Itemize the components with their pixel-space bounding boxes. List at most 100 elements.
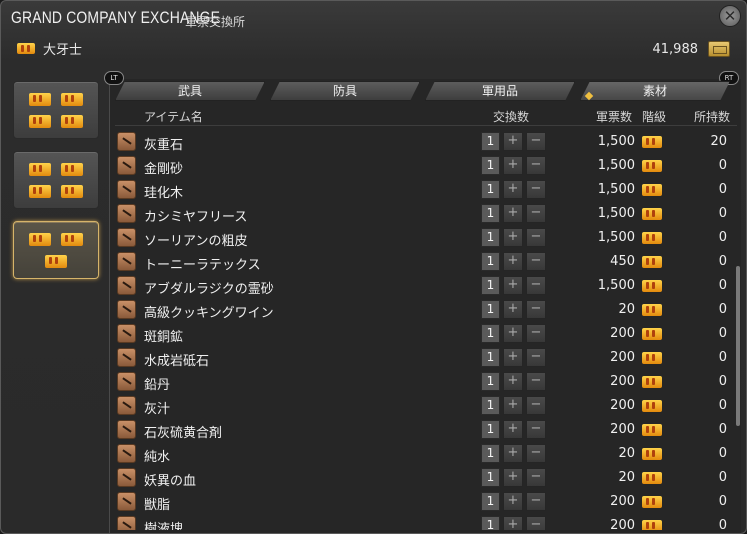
- quantity-field[interactable]: 1: [481, 180, 500, 199]
- owned-count: 20: [710, 134, 727, 149]
- decrease-quantity-button[interactable]: −: [526, 348, 546, 367]
- table-row[interactable]: 石灰硫黄合剤 1 + − 200 0: [115, 418, 737, 442]
- quantity-field[interactable]: 1: [481, 492, 500, 511]
- increase-quantity-button[interactable]: +: [503, 228, 523, 247]
- table-row[interactable]: 樹液塊 1 + − 200 0: [115, 514, 737, 530]
- item-name: 灰汁: [144, 402, 171, 417]
- item-icon: [117, 276, 136, 295]
- table-row[interactable]: 金剛砂 1 + − 1,500 0: [115, 154, 737, 178]
- decrease-quantity-button[interactable]: −: [526, 516, 546, 530]
- tab-armor[interactable]: 防具: [270, 81, 420, 101]
- decrease-quantity-button[interactable]: −: [526, 372, 546, 391]
- rank-filter-button-2[interactable]: [13, 151, 99, 209]
- increase-quantity-button[interactable]: +: [503, 204, 523, 223]
- increase-quantity-button[interactable]: +: [503, 348, 523, 367]
- tab-supplies[interactable]: 軍用品: [425, 81, 575, 101]
- owned-count: 0: [718, 302, 727, 317]
- tab-weapons[interactable]: 武具: [115, 81, 265, 101]
- quantity-field[interactable]: 1: [481, 204, 500, 223]
- table-row[interactable]: 鉛丹 1 + − 200 0: [115, 370, 737, 394]
- increase-quantity-button[interactable]: +: [503, 420, 523, 439]
- rank-insignia-icon: [29, 184, 51, 198]
- item-icon: [117, 492, 136, 511]
- decrease-quantity-button[interactable]: −: [526, 300, 546, 319]
- increase-quantity-button[interactable]: +: [503, 372, 523, 391]
- increase-quantity-button[interactable]: +: [503, 132, 523, 151]
- scrollbar[interactable]: [736, 266, 740, 426]
- decrease-quantity-button[interactable]: −: [526, 324, 546, 343]
- quantity-field[interactable]: 1: [481, 156, 500, 175]
- rank-insignia-icon: [61, 232, 83, 246]
- table-row[interactable]: 斑銅鉱 1 + − 200 0: [115, 322, 737, 346]
- increase-quantity-button[interactable]: +: [503, 444, 523, 463]
- increase-quantity-button[interactable]: +: [503, 276, 523, 295]
- required-rank-icon: [642, 304, 662, 316]
- table-row[interactable]: 灰重石 1 + − 1,500 20: [115, 130, 737, 154]
- window-subtitle: 軍票交換所: [185, 15, 246, 29]
- quantity-field[interactable]: 1: [481, 132, 500, 151]
- decrease-quantity-button[interactable]: −: [526, 420, 546, 439]
- increase-quantity-button[interactable]: +: [503, 324, 523, 343]
- quantity-field[interactable]: 1: [481, 300, 500, 319]
- increase-quantity-button[interactable]: +: [503, 180, 523, 199]
- decrease-quantity-button[interactable]: −: [526, 492, 546, 511]
- decrease-quantity-button[interactable]: −: [526, 204, 546, 223]
- increase-quantity-button[interactable]: +: [503, 252, 523, 271]
- rank-insignia-icon: [29, 162, 51, 176]
- decrease-quantity-button[interactable]: −: [526, 180, 546, 199]
- required-rank-icon: [642, 376, 662, 388]
- decrease-quantity-button[interactable]: −: [526, 156, 546, 175]
- table-row[interactable]: 水成岩砥石 1 + − 200 0: [115, 346, 737, 370]
- decrease-quantity-button[interactable]: −: [526, 252, 546, 271]
- seal-cost: 200: [610, 350, 635, 365]
- header-rank: 階級: [642, 110, 667, 124]
- decrease-quantity-button[interactable]: −: [526, 276, 546, 295]
- owned-count: 0: [718, 470, 727, 485]
- table-row[interactable]: 高級クッキングワイン 1 + − 20 0: [115, 298, 737, 322]
- table-row[interactable]: 獣脂 1 + − 200 0: [115, 490, 737, 514]
- increase-quantity-button[interactable]: +: [503, 468, 523, 487]
- increase-quantity-button[interactable]: +: [503, 516, 523, 530]
- decrease-quantity-button[interactable]: −: [526, 132, 546, 151]
- close-button[interactable]: ✕: [719, 5, 741, 27]
- item-icon: [117, 396, 136, 415]
- rank-filter-button-1[interactable]: [13, 81, 99, 139]
- quantity-field[interactable]: 1: [481, 444, 500, 463]
- table-row[interactable]: 珪化木 1 + − 1,500 0: [115, 178, 737, 202]
- table-row[interactable]: カシミヤフリース 1 + − 1,500 0: [115, 202, 737, 226]
- tab-materials[interactable]: 素材: [580, 81, 730, 101]
- decrease-quantity-button[interactable]: −: [526, 468, 546, 487]
- table-row[interactable]: アブダルラジクの霊砂 1 + − 1,500 0: [115, 274, 737, 298]
- quantity-field[interactable]: 1: [481, 468, 500, 487]
- required-rank-icon: [642, 448, 662, 460]
- decrease-quantity-button[interactable]: −: [526, 228, 546, 247]
- required-rank-icon: [642, 280, 662, 292]
- increase-quantity-button[interactable]: +: [503, 300, 523, 319]
- increase-quantity-button[interactable]: +: [503, 492, 523, 511]
- table-row[interactable]: 灰汁 1 + − 200 0: [115, 394, 737, 418]
- rank-insignia-icon: [29, 232, 51, 246]
- required-rank-icon: [642, 496, 662, 508]
- table-row[interactable]: ソーリアンの粗皮 1 + − 1,500 0: [115, 226, 737, 250]
- table-row[interactable]: 妖異の血 1 + − 20 0: [115, 466, 737, 490]
- increase-quantity-button[interactable]: +: [503, 156, 523, 175]
- quantity-field[interactable]: 1: [481, 372, 500, 391]
- rank-filter-button-3[interactable]: [13, 221, 99, 279]
- table-row[interactable]: トーニーラテックス 1 + − 450 0: [115, 250, 737, 274]
- item-name: 高級クッキングワイン: [144, 306, 274, 321]
- increase-quantity-button[interactable]: +: [503, 396, 523, 415]
- quantity-field[interactable]: 1: [481, 228, 500, 247]
- item-name: 鉛丹: [144, 378, 171, 393]
- quantity-field[interactable]: 1: [481, 396, 500, 415]
- quantity-field[interactable]: 1: [481, 324, 500, 343]
- quantity-field[interactable]: 1: [481, 276, 500, 295]
- table-row[interactable]: 純水 1 + − 20 0: [115, 442, 737, 466]
- quantity-field[interactable]: 1: [481, 516, 500, 530]
- decrease-quantity-button[interactable]: −: [526, 444, 546, 463]
- owned-count: 0: [718, 374, 727, 389]
- decrease-quantity-button[interactable]: −: [526, 396, 546, 415]
- quantity-field[interactable]: 1: [481, 348, 500, 367]
- required-rank-icon: [642, 400, 662, 412]
- quantity-field[interactable]: 1: [481, 420, 500, 439]
- quantity-field[interactable]: 1: [481, 252, 500, 271]
